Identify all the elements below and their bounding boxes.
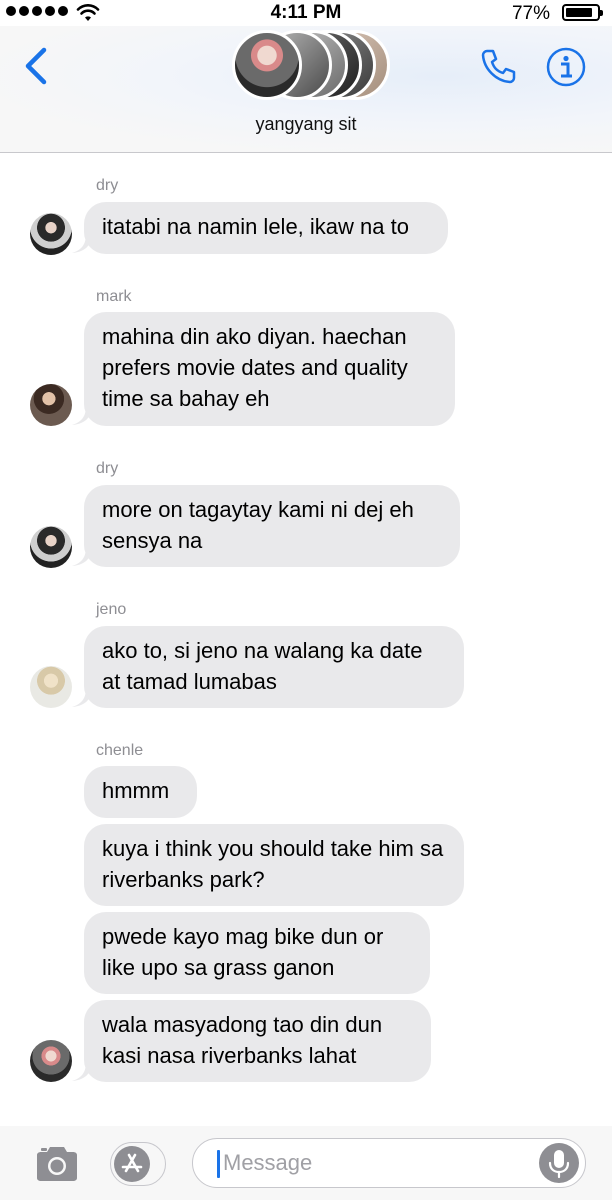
message-bubble[interactable]: pwede kayo mag bike dun or like upo sa g… — [84, 912, 430, 994]
back-chevron-icon[interactable] — [22, 46, 50, 86]
message-bubble[interactable]: kuya i think you should take him sa rive… — [84, 824, 464, 906]
sender-name: dry — [96, 177, 119, 194]
message-bubble[interactable]: hmmm — [84, 766, 197, 818]
message-input[interactable]: Message — [192, 1138, 586, 1188]
text-caret — [217, 1150, 220, 1178]
avatar[interactable] — [30, 213, 72, 255]
bubble-tail — [72, 688, 92, 707]
battery-icon — [562, 4, 603, 21]
avatar[interactable] — [30, 526, 72, 568]
message-bubble[interactable]: mahina din ako diyan. haechan prefers mo… — [84, 312, 455, 426]
bubble-tail — [72, 1062, 92, 1081]
group-name[interactable]: yangyang sit — [0, 114, 612, 135]
avatar[interactable] — [30, 384, 72, 426]
camera-icon[interactable] — [34, 1146, 80, 1182]
conversation-header: yangyang sit — [0, 26, 612, 153]
message-bubble[interactable]: ako to, si jeno na walang ka date at tam… — [84, 626, 464, 708]
bubble-tail — [72, 547, 92, 566]
info-icon[interactable] — [545, 46, 587, 88]
bubble-tail — [72, 406, 92, 425]
microphone-button[interactable] — [539, 1143, 579, 1183]
battery-percentage: 77% — [511, 3, 550, 24]
avatar[interactable] — [30, 1040, 72, 1082]
sender-name: dry — [96, 460, 119, 477]
group-avatar-stack[interactable] — [232, 30, 392, 102]
message-composer: Message — [0, 1126, 612, 1200]
microphone-icon — [548, 1150, 570, 1179]
avatar[interactable] — [30, 666, 72, 708]
message-bubble[interactable]: itatabi na namin lele, ikaw na to — [84, 202, 448, 254]
message-placeholder: Message — [223, 1150, 313, 1175]
message-bubble[interactable]: more on tagaytay kami ni dej eh sensya n… — [84, 485, 460, 567]
sender-name: jeno — [96, 601, 127, 618]
sender-name: chenle — [96, 742, 144, 759]
app-store-icon — [114, 1146, 150, 1182]
phone-icon[interactable] — [478, 46, 518, 86]
status-bar: 4:11 PM 77% — [0, 0, 612, 26]
message-bubble[interactable]: wala masyadong tao din dun kasi nasa riv… — [84, 1000, 431, 1082]
avatar — [232, 30, 302, 100]
bubble-tail — [72, 234, 92, 253]
sender-name: mark — [96, 288, 132, 305]
app-store-button[interactable] — [110, 1142, 166, 1186]
